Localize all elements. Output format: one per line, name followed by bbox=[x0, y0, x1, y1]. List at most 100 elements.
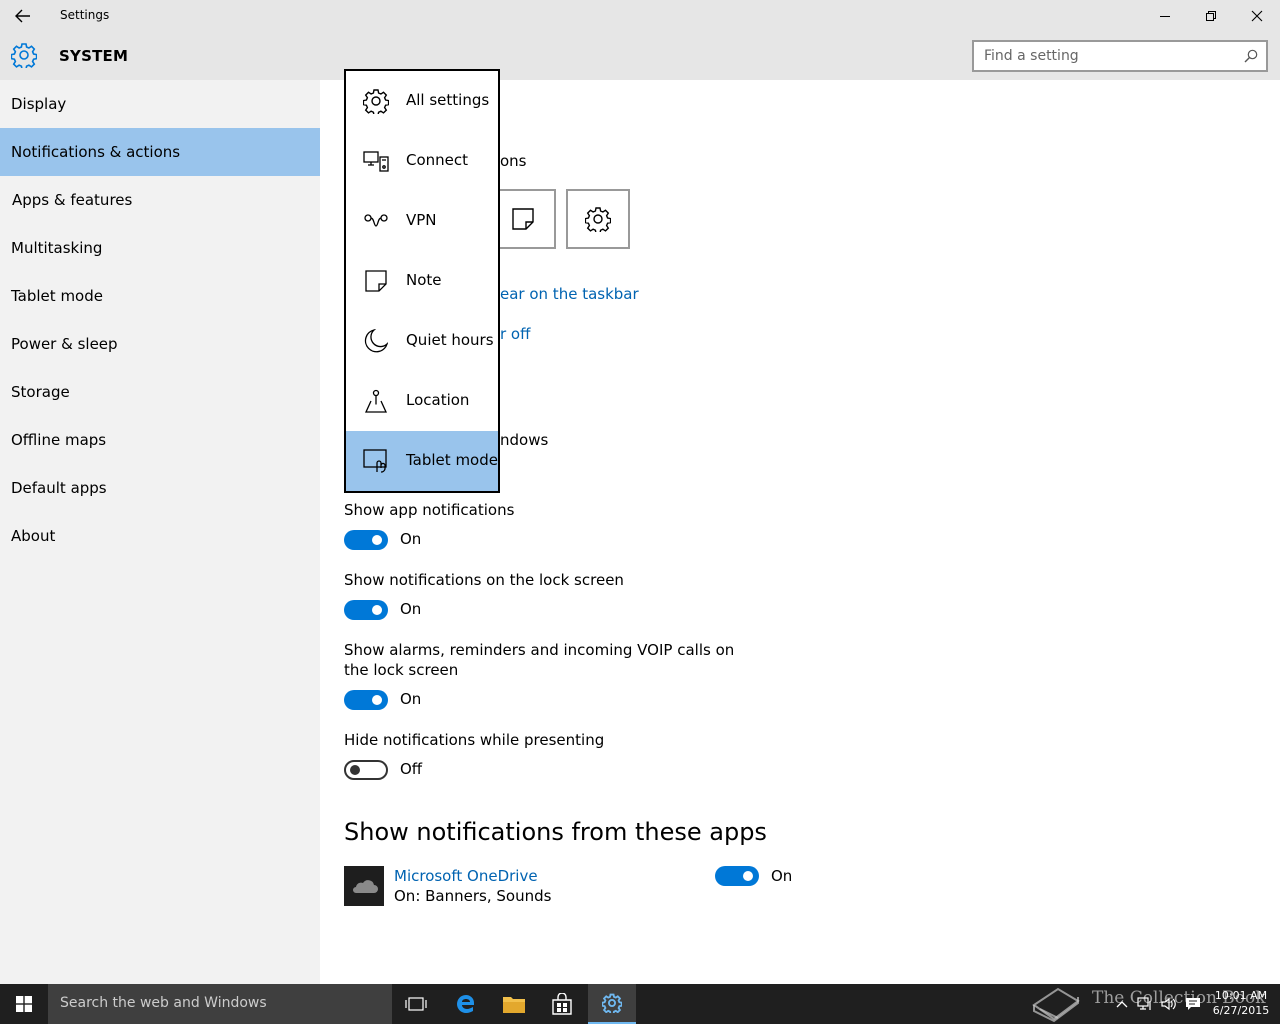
sidebar-item-label: Notifications & actions bbox=[11, 143, 181, 161]
windows-tips-label-partial: ndows bbox=[500, 431, 549, 449]
sidebar-item-about[interactable]: About bbox=[0, 512, 320, 560]
sidebar-item-default-apps[interactable]: Default apps bbox=[0, 464, 320, 512]
taskbar: Search the web and Windows The Collectio… bbox=[0, 984, 1280, 1024]
lock-screen-notifications-toggle[interactable] bbox=[344, 600, 388, 620]
sidebar-item-label: Multitasking bbox=[11, 239, 103, 257]
quick-action-flyout: All settings Connect VPN Note Quiet hour… bbox=[344, 69, 500, 493]
title-bar: Settings bbox=[0, 0, 1280, 32]
action-center-button[interactable] bbox=[1182, 984, 1204, 1024]
flyout-item-label: Location bbox=[406, 391, 470, 409]
minimize-button[interactable] bbox=[1142, 0, 1188, 32]
start-button[interactable] bbox=[0, 984, 48, 1024]
toggle-state-label: Off bbox=[400, 760, 423, 778]
app-name-link[interactable]: Microsoft OneDrive bbox=[394, 867, 538, 885]
back-button[interactable] bbox=[10, 4, 36, 28]
gear-icon bbox=[602, 993, 622, 1013]
clock-time: 10:01 AM bbox=[1214, 989, 1268, 1002]
store-bag-icon bbox=[552, 993, 572, 1015]
flyout-item-label: All settings bbox=[406, 91, 490, 109]
flyout-item-quiet-hours[interactable]: Quiet hours bbox=[346, 311, 498, 371]
moon-icon bbox=[364, 329, 388, 353]
sidebar-item-label: About bbox=[11, 527, 56, 545]
note-icon bbox=[365, 270, 387, 292]
network-icon bbox=[1137, 997, 1151, 1010]
sidebar-item-storage[interactable]: Storage bbox=[0, 368, 320, 416]
onedrive-notifications-toggle[interactable] bbox=[715, 866, 759, 886]
restore-button[interactable] bbox=[1188, 0, 1234, 32]
app-notification-detail: On: Banners, Sounds bbox=[394, 887, 552, 905]
settings-header: SYSTEM bbox=[0, 32, 1280, 80]
edge-button[interactable] bbox=[442, 984, 490, 1024]
chevron-up-icon bbox=[1116, 1001, 1128, 1008]
setting-label-app-notifications: Show app notifications bbox=[344, 501, 515, 519]
settings-taskbar-button[interactable] bbox=[588, 984, 636, 1024]
flyout-item-location[interactable]: Location bbox=[346, 371, 498, 431]
sidebar-item-label: Display bbox=[11, 95, 67, 113]
flyout-item-all-settings[interactable]: All settings bbox=[346, 71, 498, 131]
sidebar-item-display[interactable]: Display bbox=[0, 80, 320, 128]
flyout-item-label: Quiet hours bbox=[406, 331, 494, 349]
flyout-item-note[interactable]: Note bbox=[346, 251, 498, 311]
show-hidden-icons-button[interactable] bbox=[1112, 984, 1132, 1024]
taskbar-search-box[interactable]: Search the web and Windows bbox=[48, 984, 392, 1024]
taskbar-icons-link-partial[interactable]: ear on the taskbar bbox=[500, 285, 639, 303]
toggle-state-label: On bbox=[400, 600, 422, 618]
flyout-item-label: Connect bbox=[406, 151, 469, 169]
setting-label-lock-screen-notifications: Show notifications on the lock screen bbox=[344, 571, 624, 589]
folder-icon bbox=[503, 997, 525, 1013]
sidebar-item-apps-features[interactable]: Apps & features bbox=[0, 176, 320, 224]
book-icon bbox=[1032, 987, 1080, 1023]
hide-while-presenting-toggle[interactable] bbox=[344, 760, 388, 780]
alarms-voip-toggle[interactable] bbox=[344, 690, 388, 710]
page-title: SYSTEM bbox=[59, 47, 129, 65]
flyout-item-connect[interactable]: Connect bbox=[346, 131, 498, 191]
back-arrow-icon bbox=[15, 9, 30, 23]
taskbar-clock[interactable]: 10:01 AM 6/27/2015 bbox=[1206, 988, 1276, 1018]
app-notifications-toggle[interactable] bbox=[344, 530, 388, 550]
flyout-item-vpn[interactable]: VPN bbox=[346, 191, 498, 251]
window-title: Settings bbox=[60, 8, 110, 22]
sidebar-item-label: Apps & features bbox=[12, 191, 133, 209]
volume-tray-button[interactable] bbox=[1158, 984, 1180, 1024]
task-view-button[interactable] bbox=[392, 984, 440, 1024]
edge-browser-icon bbox=[457, 995, 474, 1013]
gear-icon bbox=[585, 207, 611, 232]
gear-icon bbox=[363, 89, 389, 114]
sidebar-item-label: Default apps bbox=[11, 479, 107, 497]
sidebar-item-label: Tablet mode bbox=[11, 287, 103, 305]
tablet-mode-icon bbox=[363, 449, 387, 473]
quick-action-all-settings-slot[interactable] bbox=[566, 189, 630, 249]
sidebar-item-notifications-actions[interactable]: Notifications & actions bbox=[0, 128, 320, 176]
network-tray-button[interactable] bbox=[1134, 984, 1156, 1024]
setting-label-alarms-voip-lock-screen: Show alarms, reminders and incoming VOIP… bbox=[344, 641, 735, 679]
sidebar-item-offline-maps[interactable]: Offline maps bbox=[0, 416, 320, 464]
sidebar: Display Notifications & actions Apps & f… bbox=[0, 80, 320, 984]
flyout-item-label: VPN bbox=[406, 211, 437, 229]
search-box[interactable] bbox=[972, 40, 1268, 72]
search-icon[interactable] bbox=[1244, 49, 1258, 63]
close-button[interactable] bbox=[1234, 0, 1280, 32]
toggle-state-label: On bbox=[400, 530, 422, 548]
setting-label-hide-while-presenting: Hide notifications while presenting bbox=[344, 731, 605, 749]
sidebar-item-label: Offline maps bbox=[11, 431, 107, 449]
flyout-item-tablet-mode[interactable]: Tablet mode bbox=[346, 431, 498, 491]
close-icon bbox=[1251, 10, 1263, 22]
toggle-state-label: On bbox=[400, 690, 422, 708]
quick-action-note-slot[interactable] bbox=[492, 189, 556, 249]
search-input[interactable] bbox=[984, 47, 1234, 65]
taskbar-search-placeholder: Search the web and Windows bbox=[60, 995, 267, 1011]
toggle-state-label: On bbox=[771, 867, 793, 885]
vpn-icon bbox=[364, 214, 388, 227]
sidebar-item-label: Storage bbox=[11, 383, 70, 401]
onedrive-app-icon bbox=[344, 866, 384, 906]
sidebar-item-power-sleep[interactable]: Power & sleep bbox=[0, 320, 320, 368]
file-explorer-button[interactable] bbox=[490, 984, 538, 1024]
store-button[interactable] bbox=[538, 984, 586, 1024]
windows-logo-icon bbox=[16, 996, 32, 1012]
sidebar-item-multitasking[interactable]: Multitasking bbox=[0, 224, 320, 272]
note-icon bbox=[512, 208, 534, 230]
sidebar-item-tablet-mode[interactable]: Tablet mode bbox=[0, 272, 320, 320]
system-icons-link-partial[interactable]: r off bbox=[500, 325, 530, 343]
minimize-icon bbox=[1160, 16, 1170, 17]
restore-icon bbox=[1206, 11, 1216, 21]
